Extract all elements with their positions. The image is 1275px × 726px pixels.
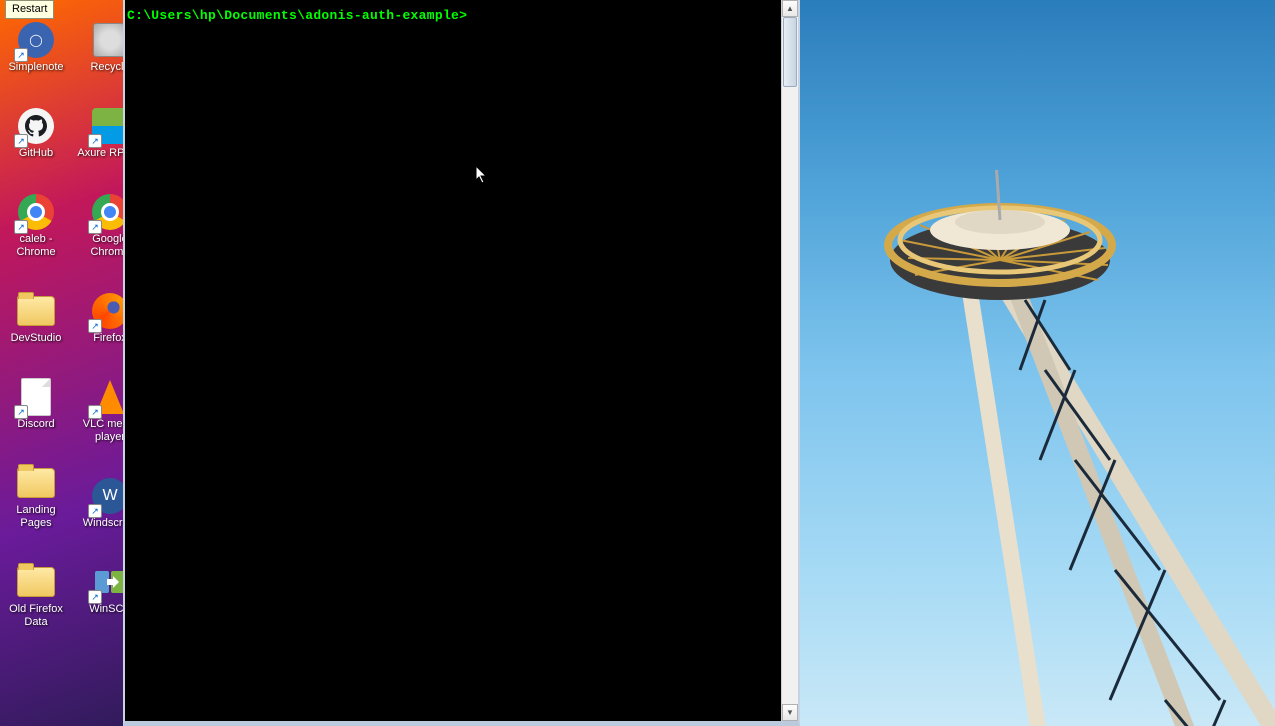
shortcut-arrow-icon: ↗ bbox=[88, 504, 102, 518]
terminal-scrollbar[interactable]: ▲ ▼ bbox=[781, 0, 798, 721]
terminal-prompt: C:\Users\hp\Documents\adonis-auth-exampl… bbox=[127, 8, 467, 23]
icon-label: Windscribe bbox=[83, 517, 123, 530]
desktop: Restart ◯ ↗ Simplenote ↗ GitHub bbox=[0, 0, 1275, 726]
command-prompt-window[interactable]: C:\Users\hp\Documents\adonis-auth-exampl… bbox=[123, 0, 800, 726]
folder-icon bbox=[17, 468, 55, 498]
desktop-icon-firefox[interactable]: ↗ Firefox bbox=[77, 291, 123, 345]
icon-label: VLC media player bbox=[77, 418, 123, 444]
shortcut-arrow-icon: ↗ bbox=[88, 319, 102, 333]
desktop-icon-github[interactable]: ↗ GitHub bbox=[3, 106, 69, 160]
desktop-icon-devstudio[interactable]: DevStudio bbox=[3, 291, 69, 345]
shortcut-arrow-icon: ↗ bbox=[14, 405, 28, 419]
icon-label: Firefox bbox=[93, 332, 123, 345]
desktop-icon-old-firefox-data[interactable]: Old Firefox Data bbox=[3, 562, 69, 629]
icon-label: Discord bbox=[17, 418, 54, 431]
desktop-icon-column-1: ◯ ↗ Simplenote ↗ GitHub ↗ bbox=[3, 20, 69, 629]
icon-label: DevStudio bbox=[11, 332, 62, 345]
scroll-thumb[interactable] bbox=[783, 17, 797, 87]
desktop-icon-windscribe[interactable]: W ↗ Windscribe bbox=[77, 476, 123, 530]
icon-label: Axure RP 7.0 bbox=[77, 147, 123, 160]
icon-label: Old Firefox Data bbox=[3, 603, 69, 629]
shortcut-arrow-icon: ↗ bbox=[88, 405, 102, 419]
folder-icon bbox=[17, 296, 55, 326]
desktop-icon-recycle-bin[interactable]: Recycle bbox=[77, 20, 123, 74]
desktop-icon-caleb-chrome[interactable]: ↗ caleb - Chrome bbox=[3, 192, 69, 259]
restart-tooltip: Restart bbox=[5, 0, 54, 19]
shortcut-arrow-icon: ↗ bbox=[14, 48, 28, 62]
space-needle-image bbox=[860, 170, 1275, 726]
folder-icon bbox=[17, 567, 55, 597]
shortcut-arrow-icon: ↗ bbox=[88, 220, 102, 234]
icon-label: Landing Pages bbox=[3, 504, 69, 530]
shortcut-arrow-icon: ↗ bbox=[88, 134, 102, 148]
scroll-track[interactable] bbox=[782, 17, 798, 704]
icon-label: GitHub bbox=[19, 147, 53, 160]
scroll-up-button[interactable]: ▲ bbox=[782, 0, 798, 17]
desktop-icon-vlc[interactable]: ↗ VLC media player bbox=[77, 377, 123, 444]
icon-label: Google Chrome bbox=[77, 233, 123, 259]
icon-label: caleb - Chrome bbox=[3, 233, 69, 259]
desktop-icon-google-chrome[interactable]: ↗ Google Chrome bbox=[77, 192, 123, 259]
icon-label: Simplenote bbox=[8, 61, 63, 74]
desktop-icon-landing-pages[interactable]: Landing Pages bbox=[3, 463, 69, 530]
scroll-down-button[interactable]: ▼ bbox=[782, 704, 798, 721]
desktop-right-wallpaper[interactable] bbox=[800, 0, 1275, 726]
shortcut-arrow-icon: ↗ bbox=[14, 134, 28, 148]
terminal-output-area[interactable]: C:\Users\hp\Documents\adonis-auth-exampl… bbox=[125, 0, 781, 721]
recycle-bin-icon bbox=[93, 23, 123, 57]
desktop-icon-winscp[interactable]: ↗ WinSCP bbox=[77, 562, 123, 616]
desktop-icon-discord[interactable]: ↗ Discord bbox=[3, 377, 69, 431]
icon-label: WinSCP bbox=[89, 603, 123, 616]
desktop-icon-axure[interactable]: ↗ Axure RP 7.0 bbox=[77, 106, 123, 160]
shortcut-arrow-icon: ↗ bbox=[88, 590, 102, 604]
desktop-icon-simplenote[interactable]: ◯ ↗ Simplenote bbox=[3, 20, 69, 74]
desktop-left-wallpaper[interactable]: Restart ◯ ↗ Simplenote ↗ GitHub bbox=[0, 0, 123, 726]
shortcut-arrow-icon: ↗ bbox=[14, 220, 28, 234]
mouse-cursor-icon bbox=[475, 165, 489, 185]
icon-label: Recycle bbox=[90, 61, 123, 74]
desktop-icon-column-2: Recycle ↗ Axure RP 7.0 ↗ Google Chrome bbox=[77, 20, 123, 616]
